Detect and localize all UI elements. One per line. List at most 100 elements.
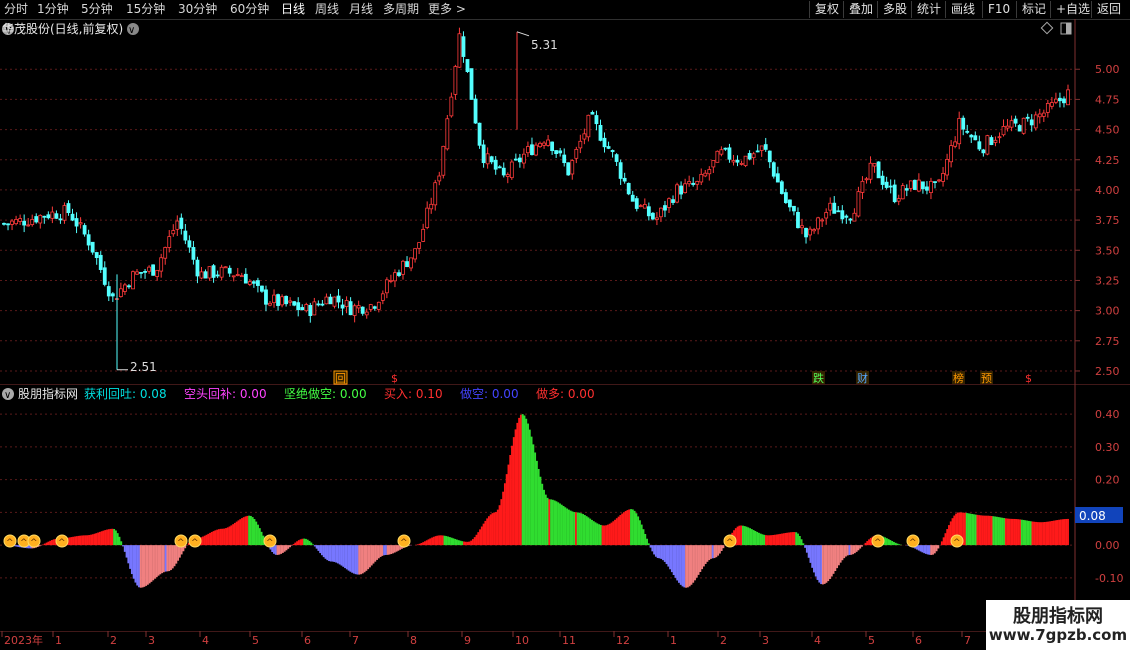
candle-body (626, 182, 631, 195)
candle-body (949, 145, 954, 163)
candle-body (775, 173, 780, 183)
price-tick-label: 3.50 (1095, 244, 1120, 257)
period-tab-multi[interactable]: 多周期 (383, 2, 419, 17)
candle-body (312, 301, 317, 316)
candle-body (445, 118, 450, 150)
period-tab-weekly[interactable]: 周线 (315, 2, 339, 17)
price-tick-label: 4.50 (1095, 124, 1120, 137)
event-marker[interactable]: 回 (335, 372, 346, 385)
candle-body (1049, 102, 1054, 107)
event-marker[interactable]: 财 (857, 371, 868, 385)
candle-body (844, 215, 849, 218)
event-marker[interactable]: 预 (981, 372, 992, 385)
candle-body (151, 264, 156, 276)
candle-body (659, 207, 663, 218)
event-markers[interactable]: 回 $ 跌 财 榜 预 $ (333, 370, 1037, 385)
candle-body (1021, 117, 1026, 134)
candle-body (227, 267, 232, 274)
indicator-tick-label: -0.10 (1095, 572, 1123, 585)
candle-body (268, 302, 272, 306)
indicator-chart[interactable]: 0.400.300.200.100.00-0.10 ^^^^^^^^^^^^ ∨… (0, 385, 1130, 631)
candle-body (884, 181, 889, 188)
candle-body (421, 228, 426, 242)
event-marker[interactable]: 跌 (813, 371, 824, 385)
candle-body (38, 214, 43, 224)
candle-body (606, 146, 611, 149)
period-toolbar: 分时 1分钟 5分钟 15分钟 30分钟 60分钟 日线 周线 月线 多周期 更… (0, 0, 1130, 20)
time-label: 7 (964, 634, 971, 647)
candle-body (405, 261, 409, 268)
candle-body (929, 180, 933, 194)
chart-title: 华茂股份(日线,前复权) (2, 21, 123, 36)
candle-body (409, 257, 413, 269)
event-marker[interactable]: $ (391, 372, 398, 385)
candle-body (638, 205, 643, 208)
candle-body (517, 157, 522, 163)
candle-body (62, 205, 67, 221)
candle-body (1001, 126, 1006, 136)
legend-item: 买入: 0.10 (384, 387, 443, 401)
stats-button[interactable]: 统计 (911, 1, 946, 18)
candle-body (256, 280, 260, 286)
indicator-menu-glyph: ∨ (4, 390, 11, 401)
overlay-button[interactable]: 叠加 (843, 1, 878, 18)
period-tab-15min[interactable]: 15分钟 (126, 2, 165, 17)
candle-body (1041, 112, 1046, 117)
period-tab-monthly[interactable]: 月线 (349, 2, 373, 17)
mark-button[interactable]: 标记 (1016, 1, 1051, 18)
event-marker[interactable]: $ (1025, 372, 1032, 385)
candle-body (687, 181, 692, 185)
buy-signal-glyph: ^ (6, 538, 14, 548)
diamond-icon[interactable] (1040, 21, 1054, 35)
candle-body (812, 229, 816, 232)
f10-button[interactable]: F10 (982, 1, 1015, 18)
back-button[interactable]: 返回 (1091, 1, 1126, 18)
period-tab-1min[interactable]: 1分钟 (37, 2, 69, 17)
candle-body (997, 136, 1002, 139)
adjust-button[interactable]: 复权 (809, 1, 844, 18)
candle-body (538, 142, 542, 148)
period-tab-5min[interactable]: 5分钟 (81, 2, 113, 17)
indicator-tick-label: 0.00 (1095, 539, 1120, 552)
candle-body (509, 161, 514, 179)
candle-body (247, 281, 252, 285)
candle-body (505, 174, 510, 177)
time-label: 4 (814, 634, 821, 647)
period-tab-more[interactable]: 更多 > (428, 2, 466, 17)
price-chart[interactable]: 5.00 4.75 4.50 4.25 4.00 3.75 3.50 3.25 3.00 2.75… (0, 19, 1130, 385)
candle-body (1054, 98, 1058, 103)
period-tab-minute[interactable]: 分时 (4, 2, 28, 17)
period-tab-60min[interactable]: 60分钟 (230, 2, 269, 17)
candle-body (763, 144, 768, 150)
candle-body (86, 234, 91, 246)
buy-signal-glyph: ^ (30, 538, 38, 548)
candle-body (957, 118, 962, 145)
candle-body (360, 306, 365, 314)
candle-body (945, 158, 949, 176)
candle-body (159, 257, 164, 272)
price-tick-label: 2.75 (1095, 335, 1120, 348)
candle-body (937, 179, 941, 182)
candle-body (187, 240, 192, 248)
multi-stock-button[interactable]: 多股 (877, 1, 912, 18)
add-watchlist-button[interactable]: +自选 (1050, 1, 1095, 18)
draw-line-button[interactable]: 画线 (945, 1, 980, 18)
candle-body (74, 218, 79, 227)
candle-body (493, 159, 498, 170)
price-tick-label: 3.25 (1095, 274, 1120, 287)
period-tab-daily[interactable]: 日线 (281, 2, 305, 17)
time-label: 5 (252, 634, 259, 647)
candle-body (779, 181, 784, 194)
candle-body (211, 265, 216, 278)
candle-body (832, 202, 837, 214)
candle-body (921, 181, 925, 190)
event-marker[interactable]: 榜 (953, 371, 964, 385)
candle-body (783, 192, 788, 204)
period-tab-30min[interactable]: 30分钟 (178, 2, 217, 17)
candle-body (691, 182, 696, 185)
candle-body (872, 163, 877, 167)
current-value-label: 0.08 (1079, 509, 1106, 523)
candle-body (715, 150, 720, 163)
candle-body (106, 286, 111, 297)
watermark-url: www.7gpzb.com (988, 626, 1128, 644)
